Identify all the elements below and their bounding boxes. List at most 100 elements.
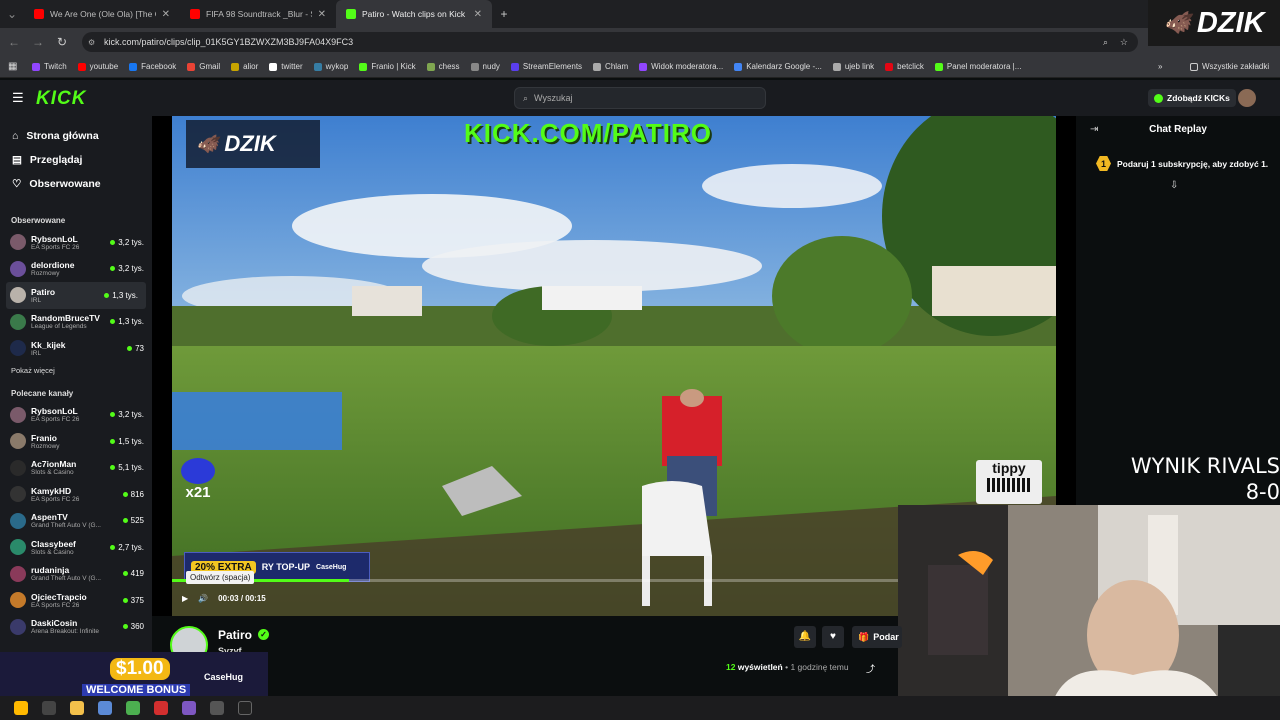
sidebar-channel-item[interactable]: KamykHD EA Sports FC 26 816 xyxy=(0,481,152,508)
close-tab-icon[interactable]: ✕ xyxy=(162,9,170,20)
kick-icon xyxy=(359,62,368,71)
bookmark-betclick[interactable]: betclick xyxy=(885,62,924,71)
settings-gear-icon[interactable] xyxy=(210,701,224,715)
back-arrow-icon[interactable]: ← xyxy=(2,35,26,49)
sidebar-channel-item[interactable]: Classybeef Slots & Casino 2,7 tys. xyxy=(0,534,152,561)
twitch-icon xyxy=(639,62,648,71)
channel-category: Grand Theft Auto V (G... xyxy=(31,522,101,530)
kick-header: ☰ KICK ⌕ Wyszukaj Zdobądź KICKs xyxy=(0,80,1280,116)
kicks-button-label: Zdobądź KICKs xyxy=(1167,93,1230,103)
all-bookmarks-folder[interactable]: Wszystkie zakładki xyxy=(1190,62,1269,71)
sidebar-channel-item[interactable]: RybsonLoL EA Sports FC 26 3,2 tys. xyxy=(0,402,152,429)
welcome-bonus-ad[interactable]: $1.00 WELCOME BONUS CaseHug xyxy=(0,652,268,700)
kicks-coin-icon xyxy=(1154,93,1163,103)
sidebar-item-following[interactable]: ♡ Obserwowane xyxy=(0,172,152,196)
sidebar-item-home[interactable]: ⌂ Strona główna xyxy=(0,124,152,148)
bookmarks-bar: ▦ Twitch youtube Facebook Gmail alior tw… xyxy=(0,56,1280,78)
app-icon[interactable] xyxy=(182,701,196,715)
dzik-overlay-text: DZIK xyxy=(224,131,276,156)
sidebar-channel-item[interactable]: delordione Rozmowy 3,2 tys. xyxy=(0,256,152,283)
sidebar-channel-item[interactable]: Kk_kijek IRL 73 xyxy=(0,335,152,362)
gift-sub-banner[interactable]: 1 Podaruj 1 subskrypcję, aby zdobyć 1. xyxy=(1096,156,1268,171)
search-input[interactable]: ⌕ Wyszukaj xyxy=(514,87,766,109)
expand-chevron-icon[interactable]: ⇩ xyxy=(1170,180,1178,191)
bookmark-nudy[interactable]: nudy xyxy=(470,62,500,71)
channel-avatar xyxy=(10,287,26,304)
x-twitter-icon xyxy=(269,62,278,71)
bookmark-star-icon[interactable]: ☆ xyxy=(1120,37,1128,48)
heart-icon: ♡ xyxy=(12,178,22,190)
play-icon[interactable]: ▶ xyxy=(182,594,188,603)
bookmark-chlam[interactable]: Chlam xyxy=(593,62,628,71)
home-icon: ⌂ xyxy=(12,130,19,142)
bookmark-widok-moderatora[interactable]: Widok moderatora... xyxy=(639,62,723,71)
bookmark-streamelements[interactable]: StreamElements xyxy=(510,62,582,71)
volume-icon[interactable]: 🔊 xyxy=(198,594,208,603)
bookmark-label: Twitch xyxy=(44,62,67,71)
reload-icon[interactable]: ↻ xyxy=(50,35,74,49)
sidebar-channel-item[interactable]: DaskiCosin Arena Breakout: Infinite 360 xyxy=(0,614,152,641)
sidebar-channel-item[interactable]: RybsonLoL EA Sports FC 26 3,2 tys. xyxy=(0,229,152,256)
recommended-header: Polecane kanały xyxy=(11,388,74,398)
forward-arrow-icon[interactable]: → xyxy=(26,35,50,49)
channel-name: AspenTV xyxy=(31,512,68,523)
url-text: kick.com/patiro/clips/clip_01K5GY1BZWXZM… xyxy=(104,37,354,47)
bookmark-alior[interactable]: alior xyxy=(231,62,258,71)
bookmark-kalendarz[interactable]: Kalendarz Google -... xyxy=(734,62,822,71)
tab-list-chevron-icon[interactable]: ⌄ xyxy=(0,7,24,21)
sidebar-channel-item[interactable]: RandomBruceTV League of Legends 1,3 tys. xyxy=(0,309,152,336)
app-icon[interactable] xyxy=(154,701,168,715)
sidebar-channel-item[interactable]: AspenTV Grand Theft Auto V (G... 525 xyxy=(0,508,152,535)
bookmark-gmail[interactable]: Gmail xyxy=(187,62,220,71)
close-tab-icon[interactable]: ✕ xyxy=(318,9,326,20)
bookmark-ujeb-link[interactable]: ujeb link xyxy=(832,62,874,71)
bookmark-chess[interactable]: chess xyxy=(426,62,460,71)
start-icon[interactable] xyxy=(14,701,28,715)
gift-icon: 🎁 xyxy=(858,631,870,642)
bookmark-twitter[interactable]: twitter xyxy=(269,62,303,71)
browser-tab-1[interactable]: We Are One (Ole Ola) [The Offi... ✕ xyxy=(24,0,180,28)
user-avatar[interactable] xyxy=(1238,89,1256,107)
streamer-name[interactable]: Patiro xyxy=(218,628,252,642)
notification-bell-button[interactable]: 🔔 xyxy=(794,626,816,648)
close-tab-icon[interactable]: ✕ xyxy=(474,9,482,20)
x21-sticker: x21 xyxy=(178,458,218,510)
app-icon[interactable] xyxy=(238,701,252,715)
browser-tab-3-active[interactable]: Patiro - Watch clips on Kick ✕ xyxy=(336,0,492,28)
site-info-icon[interactable]: ⚙ xyxy=(88,38,95,47)
sidebar-channel-item[interactable]: Franio Rozmowy 1,5 tys. xyxy=(0,428,152,455)
zoom-icon[interactable]: ⌕ xyxy=(1103,37,1108,48)
app-icon[interactable] xyxy=(98,701,112,715)
sidebar-channel-item[interactable]: Patiro IRL 1,3 tys. xyxy=(6,282,146,309)
sidebar-item-browse[interactable]: ▤ Przeglądaj xyxy=(0,148,152,172)
channel-avatar xyxy=(10,433,26,450)
show-more-link[interactable]: Pokaż więcej xyxy=(0,366,152,375)
sidebar-channel-item[interactable]: OjciecTrapcio EA Sports FC 26 375 xyxy=(0,587,152,614)
address-bar[interactable]: ⚙ kick.com/patiro/clips/clip_01K5GY1BZWX… xyxy=(82,32,1138,52)
viewer-count: 2,7 tys. xyxy=(110,543,144,552)
bookmark-wykop[interactable]: wykop xyxy=(313,62,348,71)
search-icon[interactable] xyxy=(42,701,56,715)
new-tab-plus-icon[interactable]: + xyxy=(492,7,516,21)
chrome-icon[interactable] xyxy=(126,701,140,715)
browser-tab-2[interactable]: FIFA 98 Soundtrack _Blur - Song... ✕ xyxy=(180,0,336,28)
bookmark-youtube[interactable]: youtube xyxy=(77,62,118,71)
browse-icon: ▤ xyxy=(12,154,22,166)
kick-logo[interactable]: KICK xyxy=(36,88,86,110)
bookmark-franio-kick[interactable]: Franio | Kick xyxy=(359,62,416,71)
hamburger-menu-icon[interactable]: ☰ xyxy=(12,90,24,106)
promo-brand: CaseHug xyxy=(316,563,347,571)
gift-sub-button[interactable]: 🎁 Podar xyxy=(852,626,902,648)
sidebar-channel-item[interactable]: rudaninja Grand Theft Auto V (G... 419 xyxy=(0,561,152,588)
file-explorer-icon[interactable] xyxy=(70,701,84,715)
bookmark-panel-moderatora[interactable]: Panel moderatora |... xyxy=(934,62,1021,71)
apps-grid-icon[interactable]: ▦ xyxy=(8,61,17,72)
globe-icon xyxy=(832,62,841,71)
bookmark-facebook[interactable]: Facebook xyxy=(129,62,176,71)
follow-heart-button[interactable]: ♥ xyxy=(822,626,844,648)
bookmark-twitch[interactable]: Twitch xyxy=(32,62,67,71)
more-bookmarks-chevron-icon[interactable]: » xyxy=(1158,62,1162,71)
sidebar-channel-item[interactable]: Ac7ionMan Slots & Casino 5,1 tys. xyxy=(0,455,152,482)
share-icon[interactable]: ⤴ xyxy=(866,662,875,675)
get-kicks-button[interactable]: Zdobądź KICKs xyxy=(1148,89,1236,107)
